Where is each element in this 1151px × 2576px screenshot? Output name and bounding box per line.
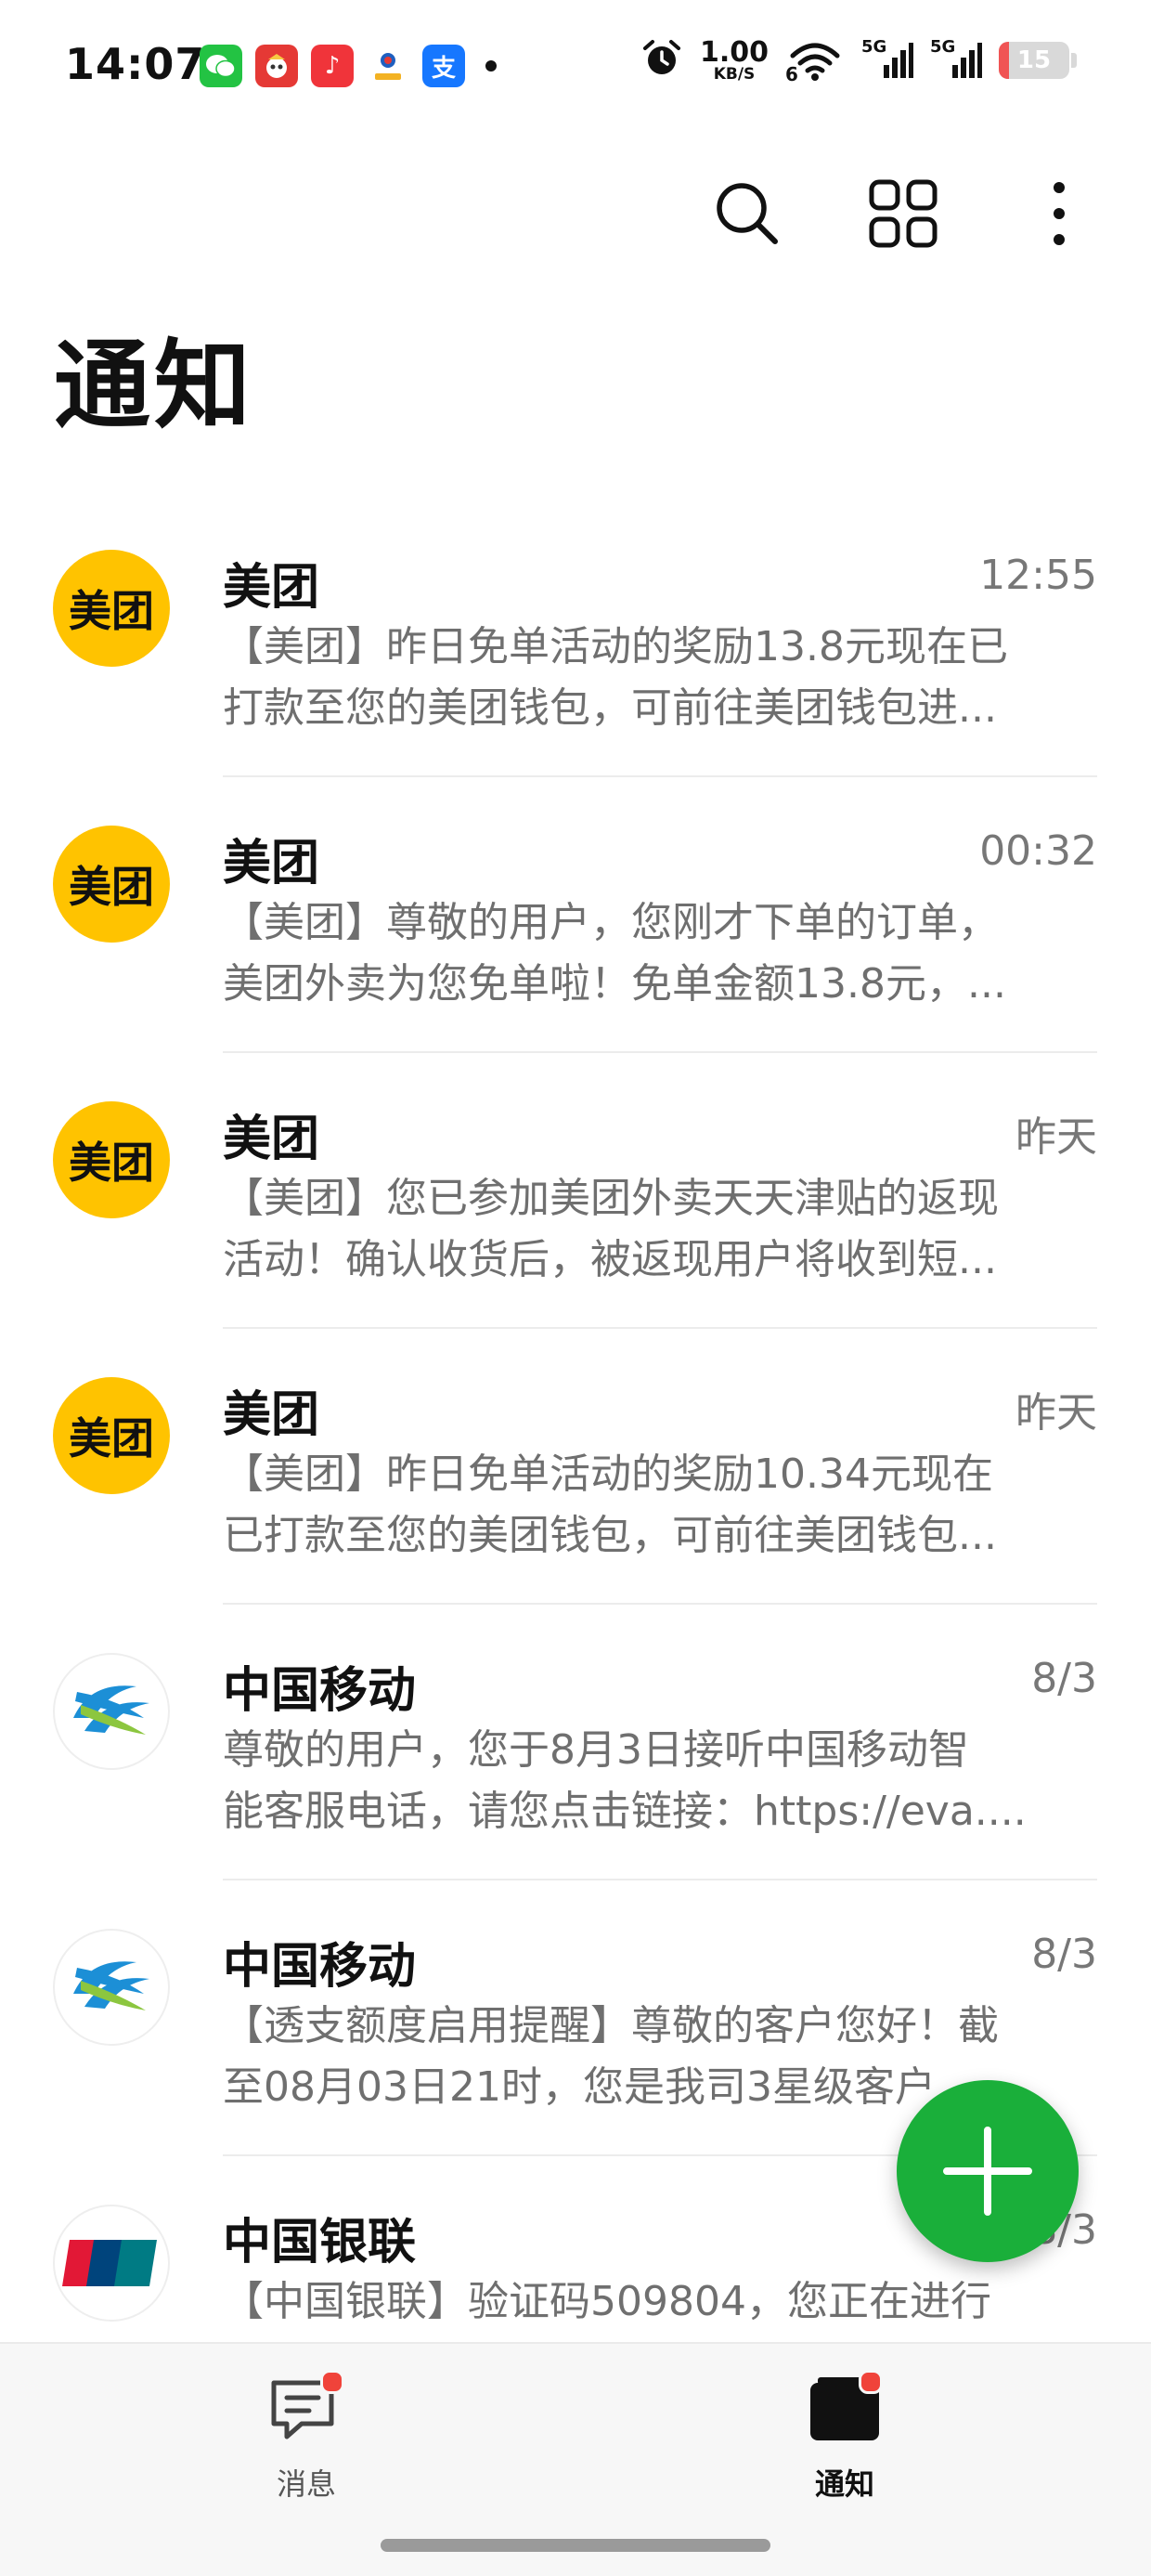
unionpay-avatar: [53, 2205, 170, 2322]
message-preview: 【美团】昨日免单活动的奖励13.8元现在已 打款至您的美团钱包，可前往美团钱包进…: [223, 617, 1095, 739]
preview-line: 已打款至您的美团钱包，可前往美团钱包...: [223, 1512, 997, 1559]
net-speed: 1.00 KB/S: [699, 35, 769, 84]
preview-line: 【美团】昨日免单活动的奖励13.8元现在已: [223, 623, 1008, 670]
message-time: 昨天: [1015, 1113, 1097, 1161]
plus-icon: [943, 2127, 1032, 2216]
battery-icon: 15: [999, 42, 1069, 79]
page-title: 通知: [54, 329, 255, 442]
list-item[interactable]: 美团 美团 12:55 【美团】昨日免单活动的奖励13.8元现在已 打款至您的美…: [0, 501, 1151, 777]
sender-name: 美团: [223, 836, 320, 891]
message-preview: 【美团】昨日免单活动的奖励10.34元现在 已打款至您的美团钱包，可前往美团钱包…: [223, 1444, 1095, 1567]
sender-name: 美团: [223, 1387, 320, 1443]
tab-notifications-label: 通知: [814, 2466, 874, 2502]
battery-level: 15: [1016, 46, 1052, 74]
status-bar: 14:07 ♪ 支 1.00 KB/S 6 5G 5G 15: [0, 0, 1151, 139]
message-preview: 尊敬的用户，您于8月3日接听中国移动智 能客服电话，请您点击链接：https:/…: [223, 1720, 1095, 1842]
message-time: 12:55: [979, 552, 1097, 599]
message-time: 00:32: [979, 827, 1097, 875]
sender-name: 中国移动: [223, 1663, 417, 1719]
search-icon: [717, 183, 778, 244]
grid-icon: [869, 179, 938, 248]
tab-messages[interactable]: 消息: [213, 2368, 399, 2507]
cellular-signal-icon: 5G: [861, 37, 913, 82]
grid-view-button[interactable]: [861, 172, 945, 255]
compose-button[interactable]: [897, 2080, 1079, 2262]
net-speed-unit: KB/S: [713, 64, 756, 84]
preview-line: 活动！确认收货后，被返现用户将收到短...: [223, 1236, 997, 1283]
preview-line: 【中国银联】验证码509804，您正在进行: [223, 2278, 991, 2325]
cellular-signal-2-icon: 5G: [930, 37, 982, 82]
status-time: 14:07: [65, 39, 206, 89]
list-item[interactable]: 美团 美团 昨天 【美团】昨日免单活动的奖励10.34元现在 已打款至您的美团钱…: [0, 1329, 1151, 1605]
preview-line: 【美团】您已参加美团外卖天天津贴的返现: [223, 1175, 999, 1222]
preview-line: 能客服电话，请您点击链接：https://eva....: [223, 1788, 1027, 1835]
message-preview: 【美团】您已参加美团外卖天天津贴的返现 活动！确认收货后，被返现用户将收到短..…: [223, 1168, 1095, 1291]
more-notifications-dot: [485, 60, 497, 72]
preview-line: 【透支额度启用提醒】尊敬的客户您好！截: [223, 2002, 999, 2049]
meituan-avatar: 美团: [53, 550, 170, 667]
pinduoduo-icon: [255, 45, 298, 87]
wifi-version-label: 6: [785, 63, 798, 85]
more-options-button[interactable]: [1017, 172, 1101, 255]
notification-folder-icon: [803, 2368, 886, 2452]
preview-line: 【美团】尊敬的用户，您刚才下单的订单，: [223, 899, 999, 946]
more-vertical-icon: [1054, 182, 1065, 245]
battery-tip: [1071, 53, 1077, 68]
list-item[interactable]: 美团 美团 00:32 【美团】尊敬的用户，您刚才下单的订单， 美团外卖为您免单…: [0, 777, 1151, 1053]
preview-line: 尊敬的用户，您于8月3日接听中国移动智: [223, 1726, 969, 1774]
meituan-avatar: 美团: [53, 826, 170, 943]
china-mobile-logo-icon: [73, 1685, 149, 1735]
china-mobile-avatar: [53, 1653, 170, 1770]
home-indicator[interactable]: [381, 2539, 770, 2552]
signal-2-type-label: 5G: [930, 37, 956, 57]
meituan-avatar: 美团: [53, 1377, 170, 1494]
preview-line: 打款至您的美团钱包，可前往美团钱包进...: [223, 684, 997, 732]
message-time: 8/3: [1031, 1931, 1097, 1978]
chat-icon: [265, 2368, 348, 2452]
search-button[interactable]: [705, 172, 789, 255]
battery-fill: [999, 42, 1010, 79]
meituan-avatar: 美团: [53, 1101, 170, 1218]
preview-line: 美团外卖为您免单啦！免单金额13.8元，...: [223, 960, 1006, 1008]
unionpay-logo-icon: [62, 2240, 157, 2286]
wechat-icon: [200, 45, 242, 87]
alarm-icon: [640, 37, 683, 84]
net-speed-value: 1.00: [699, 35, 769, 69]
list-item[interactable]: 中国移动 8/3 尊敬的用户，您于8月3日接听中国移动智 能客服电话，请您点击链…: [0, 1605, 1151, 1880]
sender-name: 中国银联: [223, 2215, 417, 2270]
message-time: 昨天: [1015, 1389, 1097, 1437]
sender-name: 美团: [223, 560, 320, 616]
badge-dot: [859, 2370, 883, 2394]
message-preview: 【美团】尊敬的用户，您刚才下单的订单， 美团外卖为您免单啦！免单金额13.8元，…: [223, 892, 1095, 1015]
message-preview: 【中国银联】验证码509804，您正在进行: [223, 2271, 1095, 2333]
status-app-icons: ♪ 支: [200, 45, 497, 87]
china-post-icon: [367, 45, 409, 87]
wifi-icon: 6: [785, 39, 845, 85]
signal-type-label: 5G: [861, 37, 887, 57]
china-mobile-logo-icon: [73, 1961, 149, 2010]
sender-name: 美团: [223, 1112, 320, 1167]
china-mobile-avatar: [53, 1929, 170, 2046]
tab-notifications[interactable]: 通知: [752, 2368, 938, 2507]
message-time: 8/3: [1031, 1655, 1097, 1702]
tab-messages-label: 消息: [276, 2466, 336, 2502]
alipay-icon: 支: [422, 45, 465, 87]
preview-line: 【美团】昨日免单活动的奖励10.34元现在: [223, 1451, 993, 1498]
status-right-group: 1.00 KB/S 6 5G 5G 15: [640, 35, 1077, 85]
sender-name: 中国移动: [223, 1939, 417, 1995]
top-toolbar: [0, 172, 1151, 255]
music-icon: ♪: [311, 45, 354, 87]
badge-dot: [320, 2370, 344, 2394]
list-item[interactable]: 美团 美团 昨天 【美团】您已参加美团外卖天天津贴的返现 活动！确认收货后，被返…: [0, 1053, 1151, 1329]
